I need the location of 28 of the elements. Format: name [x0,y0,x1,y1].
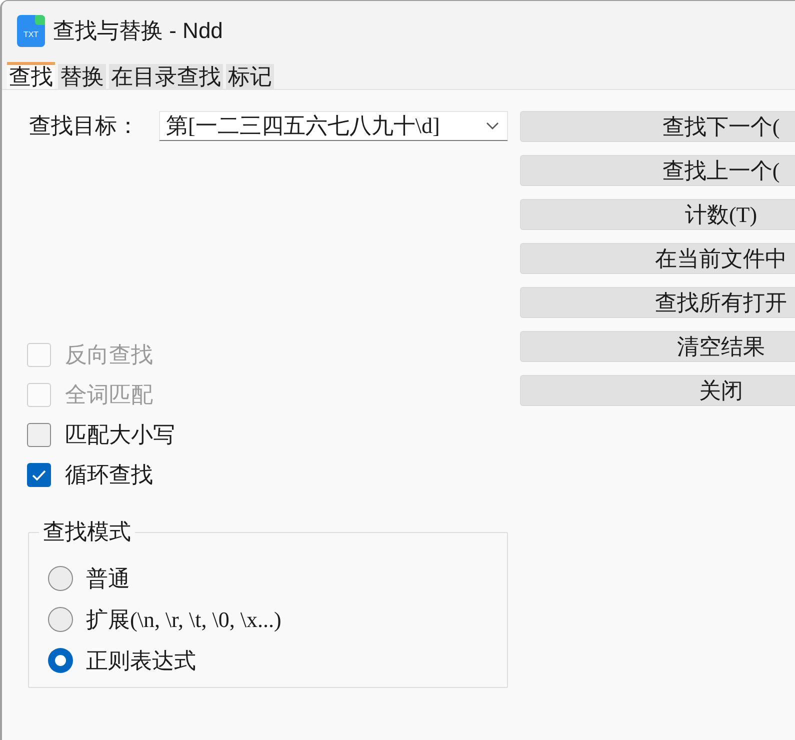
action-button[interactable]: 清空结果 [520,331,795,362]
action-button[interactable]: 查找上一个( [520,155,795,186]
tab[interactable]: 在目录查找 [109,64,223,89]
action-button[interactable]: 查找所有打开 [520,287,795,318]
window-title: 查找与替换 - Ndd [53,17,223,45]
checkbox-label[interactable]: 循环查找 [65,462,153,488]
tab[interactable]: 查找 [7,62,55,89]
action-button[interactable]: 关闭 [520,375,795,406]
action-button[interactable]: 在当前文件中 [520,243,795,274]
radio-label[interactable]: 普通 [86,566,130,592]
radio-label[interactable]: 扩展(\n, \r, \t, \0, \x...) [86,606,282,632]
checkmark-icon [32,470,46,480]
tab[interactable]: 标记 [226,64,274,89]
app-icon: TXT [17,15,45,47]
radio-label[interactable]: 正则表达式 [86,648,196,674]
search-target-dropdown[interactable]: 第[一二三四五六七八九十\d] [159,111,508,141]
radio-button[interactable] [48,607,73,632]
tab[interactable]: 替换 [58,64,106,89]
radio-button[interactable] [48,566,73,591]
checkbox[interactable] [27,463,51,487]
chevron-icon [486,122,499,130]
radio-button[interactable] [48,648,73,673]
group-title: 查找模式 [39,519,135,545]
field-label: 查找目标： [28,113,140,139]
action-button[interactable]: 查找下一个( [520,111,795,142]
checkbox[interactable] [27,423,51,447]
action-button[interactable]: 计数(T) [520,199,795,230]
checkbox-label[interactable]: 匹配大小写 [65,422,175,448]
